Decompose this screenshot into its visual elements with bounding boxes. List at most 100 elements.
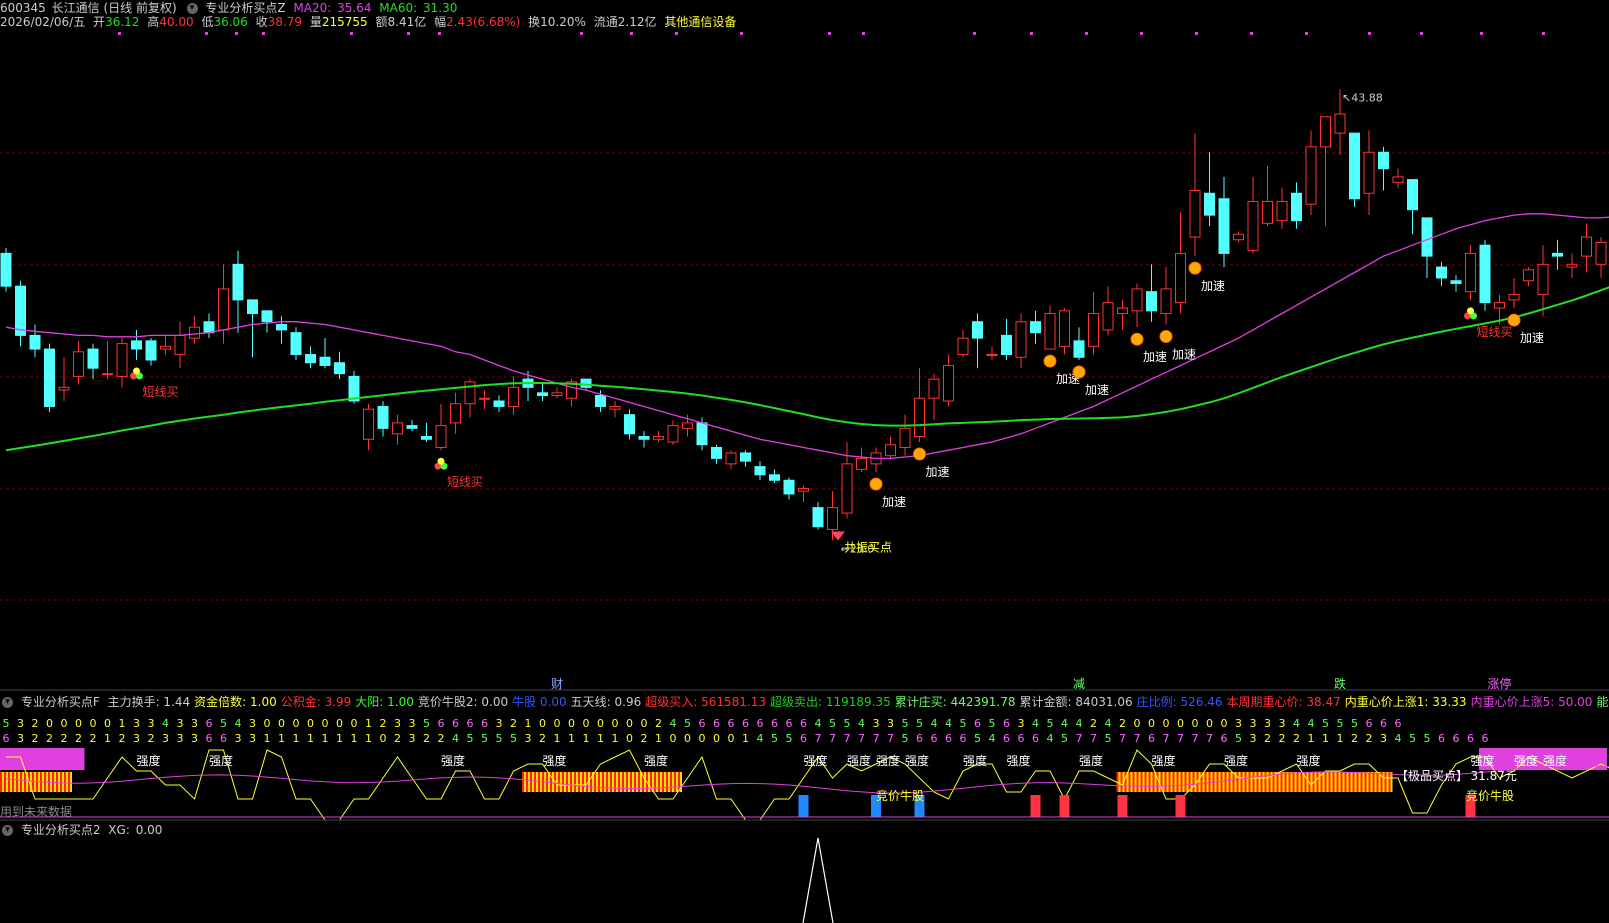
digit-row-lower: 7 — [1076, 732, 1083, 745]
candle-body — [1363, 151, 1375, 194]
signal-stripe — [1304, 772, 1307, 792]
digit-row-lower: 5 — [467, 732, 474, 745]
signal-stripe — [584, 772, 586, 792]
signal-stripe — [1356, 772, 1359, 792]
digit-row-lower: 3 — [17, 732, 24, 745]
digit-row-lower: 2 — [148, 732, 155, 745]
digit-row-upper: 3 — [1018, 717, 1025, 730]
signal-stripe — [1174, 772, 1177, 792]
digit-row-lower: 1 — [597, 732, 604, 745]
digit-row-lower: 2 — [119, 732, 126, 745]
indicator-panel-2[interactable] — [802, 837, 834, 923]
top-dot-marker — [973, 32, 976, 35]
digit-row-upper: 0 — [307, 717, 314, 730]
top-dot-marker — [205, 32, 208, 35]
digit-row-upper: 0 — [278, 717, 285, 730]
candle-body — [131, 340, 142, 350]
digit-row-upper: 0 — [554, 717, 561, 730]
digit-row-lower: 2 — [438, 732, 445, 745]
candle-body — [1581, 236, 1592, 257]
signal-stripe — [1286, 772, 1289, 792]
signal-stripe — [1306, 772, 1309, 792]
digit-row-lower: 2 — [32, 732, 39, 745]
signal-stripe — [1152, 772, 1155, 792]
strength-label: 强度 — [209, 753, 233, 768]
signal-stripe — [1260, 772, 1263, 792]
digit-row-upper: 6 — [1395, 717, 1402, 730]
signal-stripe — [1374, 772, 1377, 792]
digit-row-upper: 2 — [32, 717, 39, 730]
top-dot-marker — [1480, 32, 1483, 35]
panel-f-item: 五天线: 0.96 — [570, 695, 642, 709]
signal-stripe — [530, 772, 532, 792]
panel-2-title[interactable]: 专业分析买点2 — [21, 823, 101, 837]
signal-stripe — [580, 772, 582, 792]
signal-stripe — [1376, 772, 1379, 792]
candlestick-series[interactable] — [0, 89, 1609, 541]
digit-row-upper: 0 — [597, 717, 604, 730]
signal-stripe — [568, 772, 570, 792]
signal-stripe — [1236, 772, 1239, 792]
panel-f-item: 大阳: 1.00 — [355, 695, 414, 709]
candle-body — [740, 452, 751, 462]
signal-stripe — [536, 772, 538, 792]
signal-stripe — [1338, 772, 1341, 792]
digit-row-upper: 3 — [17, 717, 24, 730]
digit-row-upper: 6 — [467, 717, 474, 730]
digit-row-upper: 6 — [771, 717, 778, 730]
signal-stripe — [630, 772, 632, 792]
signal-stripe — [52, 772, 54, 792]
signal-stripe — [1366, 772, 1369, 792]
resonance-diamond-icon — [831, 531, 845, 541]
signal-stripe — [1140, 772, 1143, 792]
signal-stripe — [576, 772, 578, 792]
candle-body — [1001, 334, 1012, 356]
signal-stripe — [1144, 772, 1147, 792]
top-dot-marker — [407, 32, 410, 35]
strength-label: 强度 — [876, 753, 900, 768]
signal-stripe — [1244, 772, 1247, 792]
digit-row-upper: 5 — [960, 717, 967, 730]
accelerate-label: 加速 — [1172, 347, 1196, 361]
price-grid — [0, 32, 1609, 601]
digit-row-lower: 6 — [1221, 732, 1228, 745]
signal-stripe — [4, 772, 6, 792]
signal-stripe — [594, 772, 596, 792]
panel-f-title[interactable]: 专业分析买点F — [21, 695, 100, 709]
signal-stripe — [1384, 772, 1387, 792]
short-buy-icon — [133, 367, 140, 375]
digit-row-lower: 7 — [887, 732, 894, 745]
digit-row-lower: 2 — [46, 732, 53, 745]
digit-row-lower: 1 — [568, 732, 575, 745]
digit-row-lower: 1 — [278, 732, 285, 745]
panel-f-dropdown-icon[interactable]: ▾ — [2, 697, 13, 708]
short-buy-icon — [437, 457, 445, 465]
signal-stripe — [1150, 772, 1153, 792]
signal-stripe — [562, 772, 564, 792]
panel-2-header: ▾ 专业分析买点2 XG: 0.00 — [0, 822, 166, 838]
chart-canvas[interactable]: ↖43.88←23.0加速加速加速加速加速 加速加速加速短线买短线买短线买共振买点… — [0, 0, 1609, 923]
signal-stripe — [1178, 772, 1181, 792]
candle-body — [435, 425, 447, 448]
signal-stripe — [524, 772, 526, 792]
candle-body — [1378, 151, 1389, 170]
panel-f-item: 庄比例: 526.46 — [1136, 695, 1223, 709]
signal-stripe — [1354, 772, 1357, 792]
signal-stripe — [64, 772, 66, 792]
digit-row-upper: 5 — [989, 717, 996, 730]
candle-body — [145, 340, 157, 361]
signal-stripe — [668, 772, 670, 792]
accelerate-label: 加速 — [1143, 350, 1167, 364]
candle-body — [899, 427, 911, 448]
digit-row-lower: 6 — [1148, 732, 1155, 745]
digit-row-lower: 2 — [423, 732, 430, 745]
digit-row-lower: 2 — [394, 732, 401, 745]
candle-body — [1131, 288, 1143, 312]
short-buy-label: 短线买 — [1477, 325, 1513, 339]
strength-label: 强度 — [137, 753, 161, 768]
signal-stripe — [674, 772, 676, 792]
candle-body — [1015, 321, 1027, 358]
digit-row-lower: 6 — [1003, 732, 1010, 745]
panel-2-dropdown-icon[interactable]: ▾ — [2, 825, 13, 836]
strength-label: 强度 — [847, 753, 871, 768]
